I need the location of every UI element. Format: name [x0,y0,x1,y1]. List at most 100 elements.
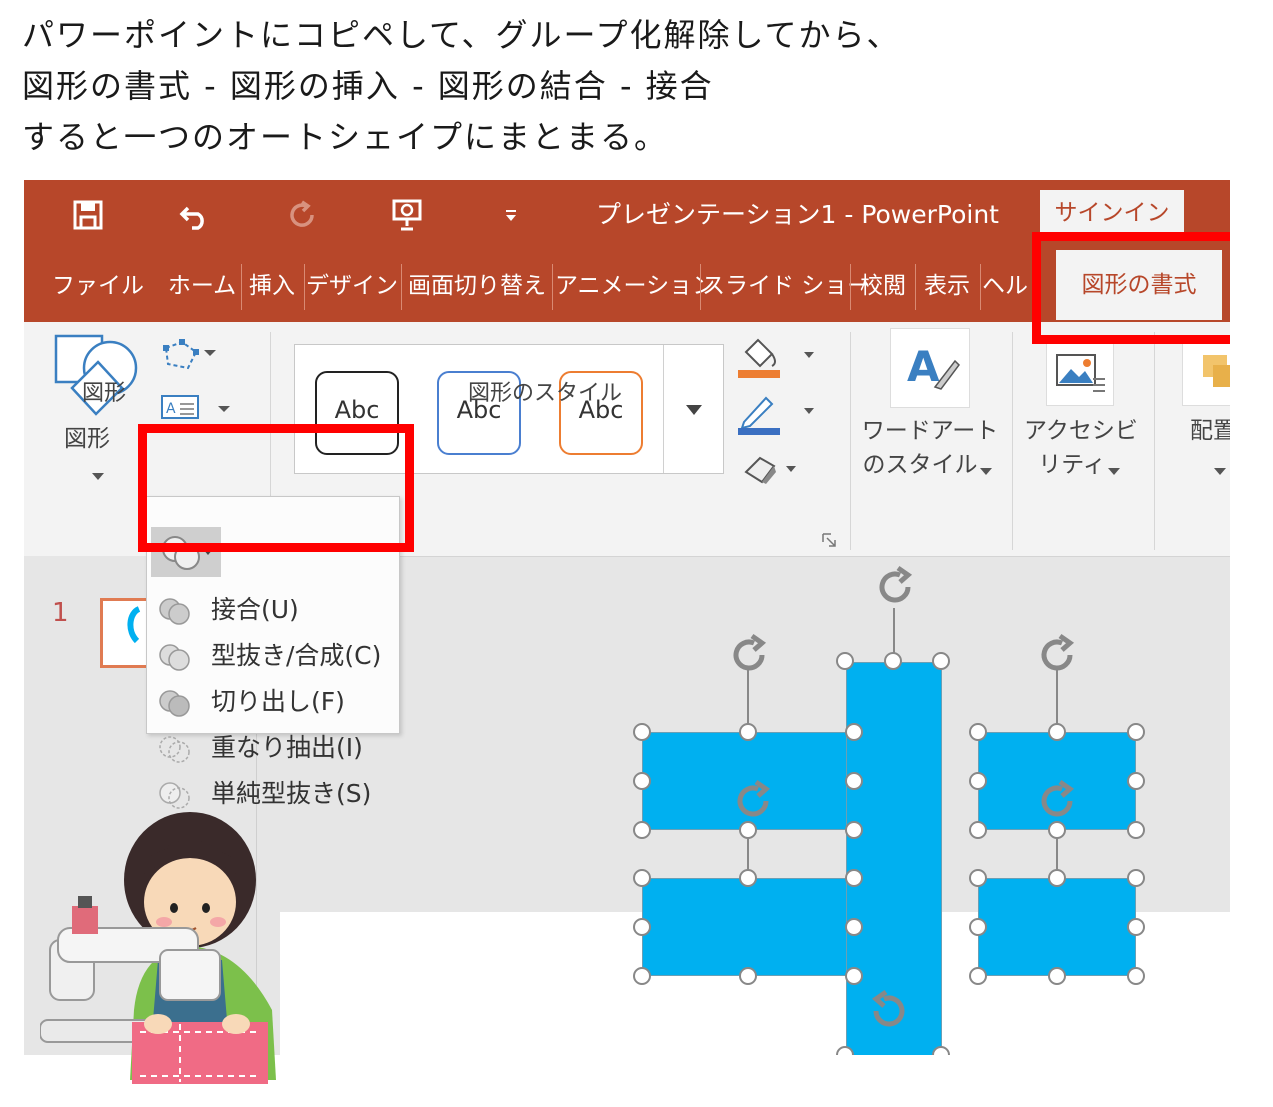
rotate-handle-icon[interactable] [1034,778,1080,824]
sewing-woman-illustration [40,812,276,1084]
wordart-icon[interactable]: A [890,328,970,408]
undo-icon[interactable] [174,180,214,250]
resize-handle[interactable] [969,821,987,839]
svg-text:A: A [907,342,940,391]
menu-item-combine[interactable]: 型抜き/合成(C) [147,633,399,679]
resize-handle[interactable] [884,652,902,670]
arrange-label[interactable]: 配置 [1190,414,1230,448]
redo-icon[interactable] [282,180,322,250]
accessibility-label-line2[interactable]: リティ [1024,448,1120,482]
resize-handle[interactable] [845,918,863,936]
shape-rectangle[interactable] [978,878,1136,976]
highlight-shape-format-tab [1032,232,1230,344]
tab-separator [700,264,701,310]
resize-handle[interactable] [836,652,854,670]
resize-handle[interactable] [633,821,651,839]
save-icon[interactable] [70,180,106,250]
menu-item-fragment[interactable]: 切り出し(F) [147,679,399,725]
resize-handle[interactable] [1127,918,1145,936]
arrange-icon[interactable] [1182,340,1230,406]
subtract-icon [159,782,190,809]
shape-outline-icon[interactable] [736,392,816,440]
resize-handle[interactable] [633,772,651,790]
tab-review[interactable]: 校閲 [853,250,913,322]
resize-handle[interactable] [1127,772,1145,790]
menu-item-label: 接合(U) [211,595,299,624]
chevron-down-icon [92,466,104,485]
resize-handle[interactable] [845,869,863,887]
resize-handle[interactable] [1127,967,1145,985]
resize-handle[interactable] [1127,821,1145,839]
resize-handle[interactable] [1127,869,1145,887]
menu-item-label: 型抜き/合成(C) [211,641,382,670]
resize-handle[interactable] [739,967,757,985]
tab-file[interactable]: ファイル [52,250,144,322]
tab-slideshow[interactable]: スライド ショー [702,250,870,322]
resize-handle[interactable] [845,821,863,839]
tab-separator [980,264,981,310]
group-separator [1012,332,1013,550]
shape-fill-icon[interactable] [736,336,816,384]
shapes-label[interactable]: 図形 [64,422,124,456]
resize-handle[interactable] [739,869,757,887]
edit-shape-icon[interactable] [160,338,220,376]
tab-separator [850,264,851,310]
tab-transitions[interactable]: 画面切り替え [404,250,550,322]
group-label-insert-shapes: 図形 [82,381,127,406]
resize-handle[interactable] [1048,967,1066,985]
dialog-launcher-icon[interactable] [822,532,836,551]
shape-effects-icon[interactable] [740,452,810,490]
resize-handle[interactable] [969,772,987,790]
menu-item-label: 切り出し(F) [211,687,345,716]
resize-handle[interactable] [739,821,757,839]
text-box-icon[interactable]: A [160,394,230,424]
resize-handle[interactable] [739,723,757,741]
accessibility-label-line1[interactable]: アクセシビ [1024,414,1138,448]
resize-handle[interactable] [1048,869,1066,887]
menu-item-intersect[interactable]: 重なり抽出(I) [147,725,399,771]
rotate-handle-icon[interactable] [730,778,776,824]
menu-item-union[interactable]: 接合(U) [147,587,399,633]
gallery-more-button[interactable] [663,345,724,473]
resize-handle[interactable] [633,967,651,985]
resize-handle[interactable] [969,967,987,985]
slide-number: 1 [52,598,69,628]
resize-handle[interactable] [969,723,987,741]
tab-separator [401,264,402,310]
caption-line-1: パワーポイントにコピペして、グループ化解除してから、 [22,16,901,54]
resize-handle[interactable] [633,918,651,936]
tab-insert[interactable]: 挿入 [244,250,300,322]
signin-button[interactable]: サインイン [1040,190,1184,236]
tab-animations[interactable]: アニメーション [555,250,715,322]
resize-handle[interactable] [969,918,987,936]
resize-handle[interactable] [845,772,863,790]
resize-handle[interactable] [969,869,987,887]
resize-handle[interactable] [932,652,950,670]
group-separator [1154,332,1155,550]
resize-handle[interactable] [1048,723,1066,741]
customize-icon[interactable] [498,180,524,250]
intersect-icon [159,736,190,763]
resize-handle[interactable] [633,869,651,887]
group-label-shape-styles: 図形のスタイル [468,381,623,406]
wordart-label-line1[interactable]: ワードアート [860,414,1000,448]
rotate-handle-icon[interactable] [1034,632,1080,678]
resize-handle[interactable] [1048,821,1066,839]
tab-home[interactable]: ホーム [166,250,238,322]
tab-help[interactable]: ヘル [982,250,1032,322]
alt-text-icon[interactable] [1046,340,1114,406]
rotate-handle-icon[interactable] [872,564,918,610]
svg-text:A: A [166,401,176,417]
wordart-label-line2[interactable]: のスタイル [860,448,980,482]
tab-design[interactable]: デザイン [306,250,398,322]
tab-view[interactable]: 表示 [917,250,977,322]
rotate-handle-icon[interactable] [726,632,772,678]
resize-handle[interactable] [1127,723,1145,741]
tab-separator [552,264,553,310]
slideshow-icon[interactable] [388,180,428,250]
resize-handle[interactable] [845,967,863,985]
shape-rectangle[interactable] [642,878,850,976]
resize-handle[interactable] [845,723,863,741]
rotate-handle-icon[interactable] [866,988,912,1034]
resize-handle[interactable] [633,723,651,741]
